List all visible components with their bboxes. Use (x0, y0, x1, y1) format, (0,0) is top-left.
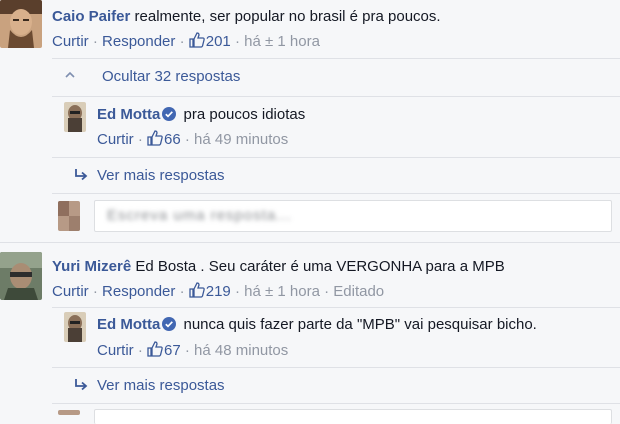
timestamp[interactable]: há 49 minutos (194, 131, 288, 148)
reply-input[interactable]: Escreva uma resposta... (94, 200, 612, 232)
verified-badge-icon (162, 107, 177, 121)
more-replies-link[interactable]: Ver mais respostas (73, 377, 225, 395)
reply-author[interactable]: Ed Motta (97, 316, 160, 333)
current-user-avatar (58, 410, 80, 415)
like-link[interactable]: Curtir (97, 131, 134, 148)
avatar-ed-motta[interactable] (64, 312, 86, 342)
reply-ed-motta: Ed Motta pra poucos idiotas (97, 106, 305, 124)
divider (52, 367, 620, 368)
like-link[interactable]: Curtir (52, 283, 89, 300)
chevron-up-icon (65, 71, 75, 78)
separator: · (88, 283, 103, 300)
divider (52, 96, 620, 97)
reply-actions: Curtir · 67 · há 48 minutos (97, 341, 288, 360)
more-replies-link[interactable]: Ver mais respostas (73, 167, 225, 185)
edited-label[interactable]: Editado (333, 283, 384, 300)
comment-text: realmente, ser popular no brasil é pra p… (134, 8, 441, 25)
comment-text: Ed Bosta . Seu caráter é uma VERGONHA pa… (135, 258, 505, 275)
more-replies-label: Ver mais respostas (97, 377, 225, 394)
reply-input[interactable] (94, 409, 612, 424)
reply-author[interactable]: Ed Motta (97, 106, 160, 123)
timestamp[interactable]: há ± 1 hora (244, 283, 320, 300)
divider (52, 307, 620, 308)
more-replies-label: Ver mais respostas (97, 167, 225, 184)
hide-replies-toggle[interactable]: Ocultar 32 respostas (64, 68, 240, 86)
divider (52, 403, 620, 404)
separator: · (319, 283, 334, 300)
like-link[interactable]: Curtir (52, 33, 89, 50)
separator: · (180, 131, 195, 148)
separator: · (180, 342, 195, 359)
like-count[interactable]: 201 (189, 32, 231, 50)
avatar-image (58, 201, 80, 231)
avatar-yuri-mizere[interactable] (0, 252, 42, 300)
reply-input-placeholder: Escreva uma resposta... (107, 207, 292, 224)
thumbs-up-icon (147, 341, 163, 357)
divider (0, 242, 620, 243)
divider (52, 193, 620, 194)
thumbs-up-icon (147, 130, 163, 146)
reply-link[interactable]: Responder (102, 33, 175, 50)
hide-replies-label: Ocultar 32 respostas (102, 68, 241, 85)
comment-yuri: Yuri Mizerê Ed Bosta . Seu caráter é uma… (52, 258, 505, 276)
like-count[interactable]: 67 (147, 341, 181, 359)
comment-actions: Curtir · Responder · 201 · há ± 1 hora (52, 32, 320, 51)
like-count-value: 201 (205, 33, 231, 50)
avatar-image (0, 252, 42, 300)
separator: · (133, 342, 148, 359)
comment-author[interactable]: Caio Paifer (52, 8, 130, 25)
separator: · (230, 33, 245, 50)
thumbs-up-icon (189, 282, 205, 298)
reply-arrow-icon (75, 169, 88, 181)
reply-ed-motta: Ed Motta nunca quis fazer parte da "MPB"… (97, 316, 537, 334)
reply-arrow-icon (75, 379, 88, 391)
reply-actions: Curtir · 66 · há 49 minutos (97, 130, 288, 149)
avatar-caio-paifer[interactable] (0, 0, 42, 48)
avatar-image (64, 102, 86, 132)
divider (52, 157, 620, 158)
separator: · (175, 283, 189, 300)
separator: · (133, 131, 148, 148)
verified-badge-icon (162, 317, 177, 331)
reply-text: nunca quis fazer parte da "MPB" vai pesq… (183, 316, 537, 333)
like-count[interactable]: 66 (147, 130, 181, 148)
like-count-value: 219 (205, 283, 231, 300)
comment-actions: Curtir · Responder · 219 · há ± 1 hora ·… (52, 282, 384, 301)
timestamp[interactable]: há 48 minutos (194, 342, 288, 359)
avatar-ed-motta[interactable] (64, 102, 86, 132)
reply-link[interactable]: Responder (102, 283, 175, 300)
avatar-image (0, 0, 42, 48)
separator: · (88, 33, 103, 50)
timestamp[interactable]: há ± 1 hora (244, 33, 320, 50)
like-count-value: 66 (164, 131, 181, 148)
separator: · (230, 283, 245, 300)
divider (52, 58, 620, 59)
reply-text: pra poucos idiotas (183, 106, 306, 123)
current-user-avatar (58, 201, 80, 231)
avatar-image (64, 312, 86, 342)
comment-caio: Caio Paifer realmente, ser popular no br… (52, 8, 441, 26)
separator: · (175, 33, 189, 50)
like-count-value: 67 (164, 342, 181, 359)
like-count[interactable]: 219 (189, 282, 231, 300)
comment-author[interactable]: Yuri Mizerê (52, 258, 131, 275)
thumbs-up-icon (189, 32, 205, 48)
like-link[interactable]: Curtir (97, 342, 134, 359)
